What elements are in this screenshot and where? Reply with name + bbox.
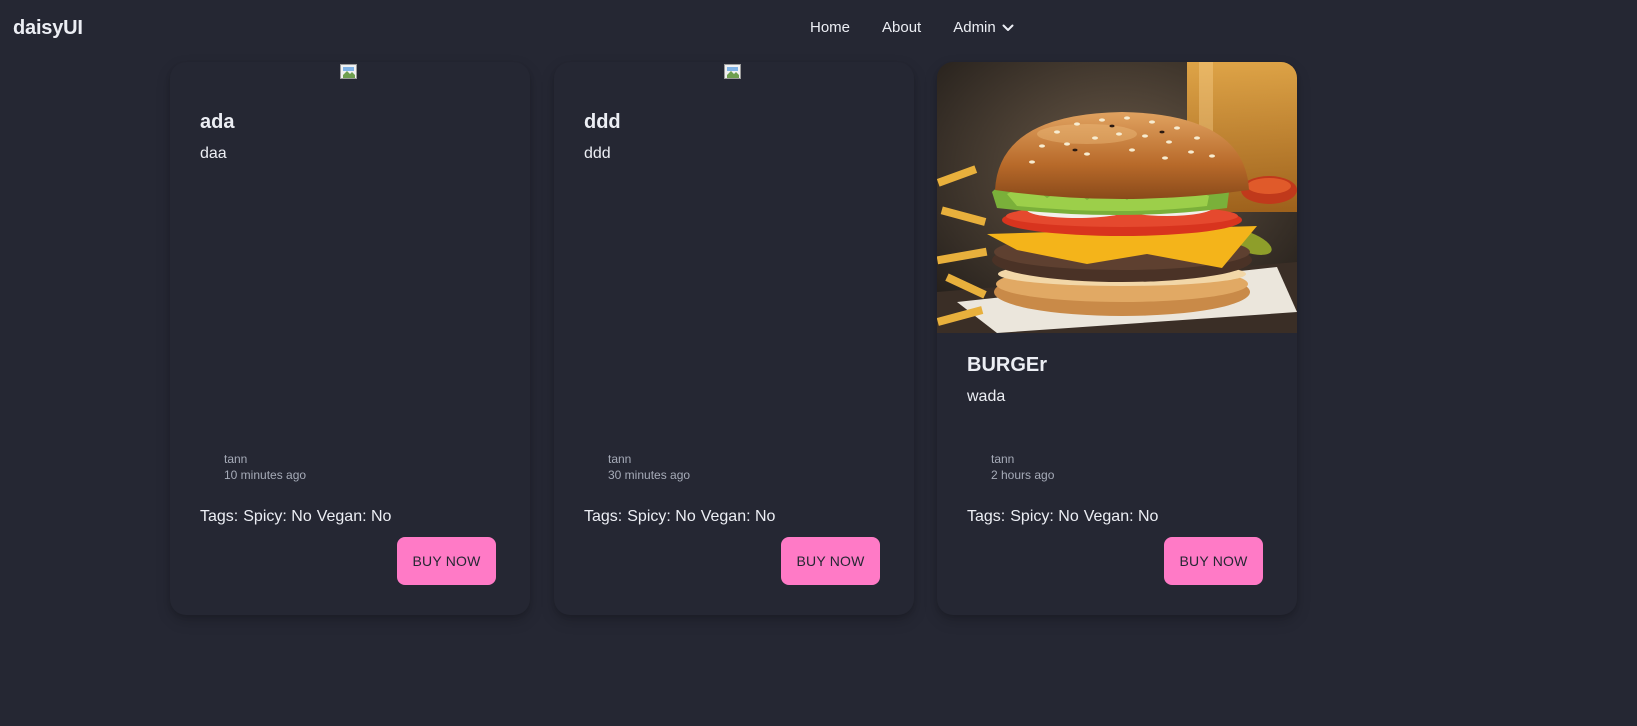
buy-now-button[interactable]: BUY NOW (781, 537, 880, 585)
card-description: wada (967, 388, 1006, 405)
author-info: tann 30 minutes ago (608, 451, 690, 483)
tag-spicy: Spicy: No (1010, 508, 1079, 525)
admin-label: Admin (953, 19, 996, 36)
tags-row: Tags: Spicy: No Vegan: No (967, 508, 1158, 526)
nav-menu: Home About Admin (810, 19, 1014, 36)
post-time: 10 minutes ago (224, 468, 307, 482)
card-description: ddd (584, 145, 611, 162)
card-description: daa (200, 145, 227, 162)
nav-link-about[interactable]: About (882, 19, 921, 36)
navbar: daisyUI Home About Admin (0, 0, 1637, 60)
product-card: ada daa tann 10 minutes ago Tags: Spicy:… (170, 62, 530, 615)
tag-spicy: Spicy: No (627, 508, 696, 525)
card-title: ddd (584, 111, 621, 133)
post-time: 2 hours ago (991, 468, 1055, 482)
burger-image (937, 62, 1297, 333)
tag-vegan: Vegan: No (316, 508, 392, 525)
tag-vegan: Vegan: No (700, 508, 776, 525)
tags-row: Tags: Spicy: No Vegan: No (200, 508, 391, 526)
author-name: tann (608, 452, 632, 466)
chevron-down-icon (1002, 24, 1014, 31)
broken-image-icon (340, 64, 357, 79)
buy-now-button[interactable]: BUY NOW (397, 537, 496, 585)
nav-link-home[interactable]: Home (810, 19, 850, 36)
author-info: tann 2 hours ago (991, 451, 1054, 483)
nav-dropdown-admin[interactable]: Admin (953, 19, 1014, 36)
product-card: BURGEr wada tann 2 hours ago Tags: Spicy… (937, 62, 1297, 615)
tags-row: Tags: Spicy: No Vegan: No (584, 508, 775, 526)
tags-label: Tags: (584, 508, 623, 525)
card-title: BURGEr (967, 354, 1048, 376)
author-name: tann (224, 452, 248, 466)
buy-now-button[interactable]: BUY NOW (1164, 537, 1263, 585)
broken-image-icon (724, 64, 741, 79)
burger-photo (937, 62, 1297, 333)
tags-label: Tags: (200, 508, 239, 525)
brand-logo[interactable]: daisyUI (13, 17, 83, 40)
author-info: tann 10 minutes ago (224, 451, 306, 483)
product-card: ddd ddd tann 30 minutes ago Tags: Spicy:… (554, 62, 914, 615)
author-name: tann (991, 452, 1015, 466)
tag-spicy: Spicy: No (243, 508, 312, 525)
tags-label: Tags: (967, 508, 1006, 525)
post-time: 30 minutes ago (608, 468, 691, 482)
tag-vegan: Vegan: No (1083, 508, 1159, 525)
card-title: ada (200, 111, 235, 133)
